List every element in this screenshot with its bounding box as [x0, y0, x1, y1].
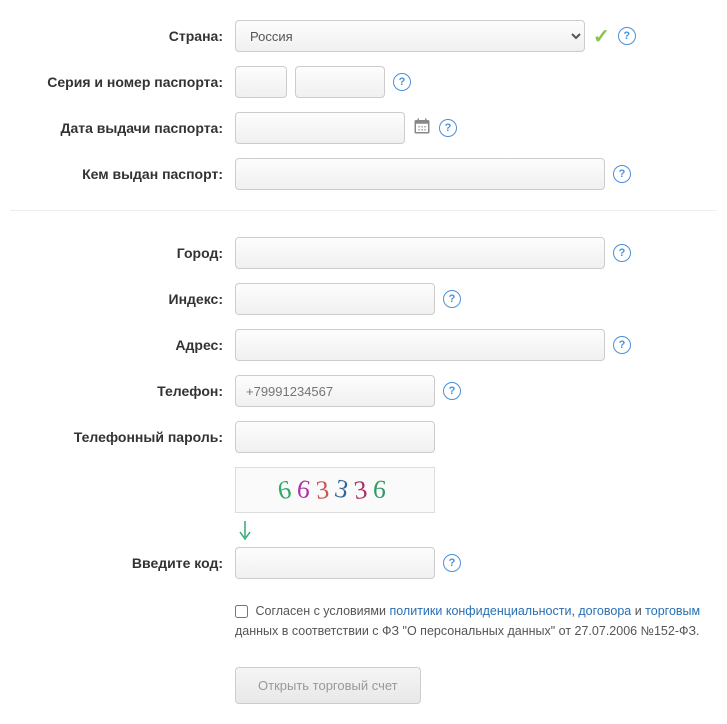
zip-label: Индекс: — [10, 291, 235, 307]
passport-date-input[interactable] — [235, 112, 405, 144]
check-icon: ✓ — [593, 24, 610, 49]
passport-issued-label: Кем выдан паспорт: — [10, 166, 235, 182]
zip-input[interactable] — [235, 283, 435, 315]
city-label: Город: — [10, 245, 235, 261]
privacy-link[interactable]: политики конфиденциальности — [389, 604, 571, 618]
calendar-icon[interactable] — [413, 117, 431, 140]
help-icon[interactable]: ? — [613, 244, 631, 262]
passport-sn-label: Серия и номер паспорта: — [10, 74, 235, 90]
address-label: Адрес: — [10, 337, 235, 353]
help-icon[interactable]: ? — [618, 27, 636, 45]
captcha-input[interactable] — [235, 547, 435, 579]
arrow-down-icon — [235, 519, 717, 543]
contract-link[interactable]: договора — [578, 604, 631, 618]
submit-button[interactable]: Открыть торговый счет — [235, 667, 421, 704]
help-icon[interactable]: ? — [393, 73, 411, 91]
trading-link[interactable]: торговым — [645, 604, 700, 618]
divider — [10, 210, 717, 211]
consent-checkbox[interactable] — [235, 605, 248, 618]
consent-text: Согласен с условиями политики конфиденци… — [235, 601, 717, 641]
help-icon[interactable]: ? — [443, 554, 461, 572]
help-icon[interactable]: ? — [443, 382, 461, 400]
captcha-image: 663336 — [235, 467, 435, 513]
city-input[interactable] — [235, 237, 605, 269]
phone-input[interactable] — [235, 375, 435, 407]
captcha-label: Введите код: — [10, 555, 235, 571]
country-label: Страна: — [10, 28, 235, 44]
help-icon[interactable]: ? — [613, 336, 631, 354]
passport-issued-input[interactable] — [235, 158, 605, 190]
help-icon[interactable]: ? — [613, 165, 631, 183]
phone-label: Телефон: — [10, 383, 235, 399]
address-input[interactable] — [235, 329, 605, 361]
phone-pwd-label: Телефонный пароль: — [10, 429, 235, 445]
country-select[interactable]: Россия — [235, 20, 585, 52]
help-icon[interactable]: ? — [443, 290, 461, 308]
phone-pwd-input[interactable] — [235, 421, 435, 453]
passport-series-input[interactable] — [235, 66, 287, 98]
help-icon[interactable]: ? — [439, 119, 457, 137]
passport-number-input[interactable] — [295, 66, 385, 98]
passport-date-label: Дата выдачи паспорта: — [10, 120, 235, 136]
